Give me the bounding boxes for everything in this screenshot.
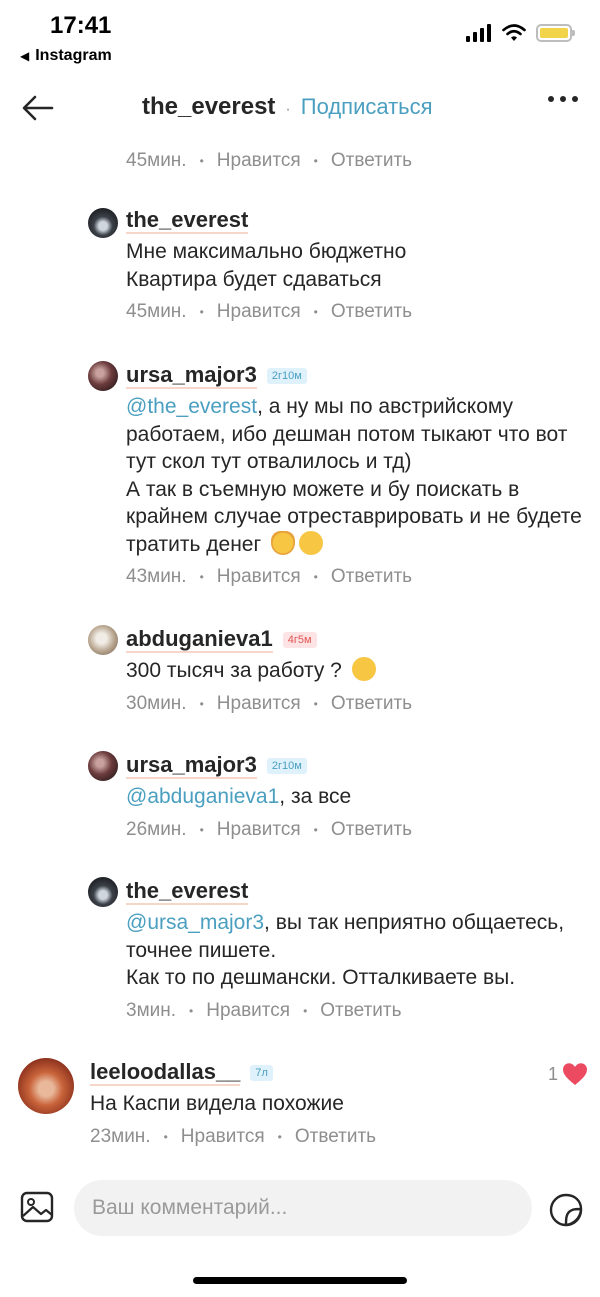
comment-meta: 43мин. • Нравится • Ответить	[126, 566, 413, 588]
comment-text: @ursa_major3, вы так неприятно общаетесь…	[126, 911, 565, 989]
comment-text: @the_everest, а ну мы по австрийскому ра…	[126, 395, 582, 556]
account-age-badge: 2г10м	[266, 368, 307, 384]
sticker-icon	[549, 1193, 583, 1227]
comment-text: Мне максимально бюджетно Квартира будет …	[126, 240, 407, 291]
like-count: 1	[547, 1063, 558, 1084]
status-bar: 17:41 ◀ Instagram	[0, 0, 600, 80]
comment-username[interactable]: abduganieva1	[126, 627, 273, 653]
like-heart-button[interactable]: 1	[548, 1062, 588, 1086]
avatar[interactable]	[88, 751, 118, 781]
avatar[interactable]	[88, 361, 118, 391]
account-age-badge: 2г10м	[266, 758, 307, 774]
mention-link[interactable]: @the_everest	[126, 395, 257, 418]
reply-comment-button[interactable]: Ответить	[331, 150, 412, 172]
comment-time: 45мин.	[126, 150, 187, 171]
avatar[interactable]	[18, 1058, 74, 1114]
signal-icon	[466, 24, 491, 42]
back-button[interactable]	[18, 90, 58, 126]
battery-icon	[536, 24, 575, 42]
add-photo-button[interactable]	[20, 1190, 54, 1224]
like-comment-button[interactable]: Нравится	[217, 819, 301, 841]
like-comment-button[interactable]: Нравится	[217, 150, 301, 172]
sticker-button[interactable]	[548, 1192, 584, 1228]
avatar[interactable]	[88, 208, 118, 238]
comment-username[interactable]: the_everest	[126, 879, 249, 905]
reply-comment-button[interactable]: Ответить	[331, 693, 412, 715]
comment-composer	[0, 1180, 600, 1240]
header-separator: ·	[285, 101, 291, 118]
reply-comment-button[interactable]: Ответить	[331, 819, 412, 841]
arrow-left-icon	[22, 95, 54, 121]
back-triangle-icon: ◀	[20, 49, 30, 63]
status-time: 17:41	[50, 12, 112, 39]
heart-filled-icon	[563, 1063, 587, 1085]
account-age-badge: 7л	[250, 1065, 273, 1081]
comment-time: 26мин.	[126, 818, 187, 840]
comment-text: @abduganieva1, за все	[126, 785, 352, 808]
comment-meta: 3мин. • Нравится • Ответить	[126, 999, 402, 1022]
comment-meta: 23мин. • Нравится • Ответить	[90, 1125, 377, 1148]
comment-time: 45мин.	[126, 301, 187, 322]
comment-meta: 45мин. • Нравится • Ответить	[126, 301, 413, 323]
reply-comment-button[interactable]: Ответить	[320, 1000, 401, 1022]
image-icon	[20, 1191, 54, 1223]
comment-username[interactable]: leeloodallas__	[90, 1060, 241, 1086]
more-options-icon[interactable]	[548, 96, 578, 102]
comment-username[interactable]: ursa_major3	[126, 753, 257, 779]
mention-link[interactable]: @ursa_major3	[126, 911, 264, 934]
like-comment-button[interactable]: Нравится	[206, 1000, 290, 1022]
like-comment-button[interactable]: Нравится	[181, 1126, 265, 1148]
like-comment-button[interactable]: Нравится	[217, 566, 301, 588]
comments-header: the_everest · Подписаться	[0, 80, 600, 136]
heart-hands-emoji-icon	[270, 530, 295, 555]
battery-level	[540, 28, 568, 38]
avatar[interactable]	[88, 877, 118, 907]
status-icons	[466, 24, 575, 42]
mention-link[interactable]: @abduganieva1	[126, 785, 279, 808]
reply-comment-button[interactable]: Ответить	[331, 566, 412, 588]
comment-time: 30мин.	[126, 692, 187, 714]
comment-username[interactable]: ursa_major3	[126, 363, 257, 389]
follow-button[interactable]: Подписаться	[301, 94, 433, 120]
comment-time: 43мин.	[126, 566, 187, 587]
wifi-icon	[502, 24, 526, 41]
comment-time: 3мин.	[126, 999, 177, 1021]
comment-meta: 26мин. • Нравится • Ответить	[126, 818, 413, 841]
reply-comment-button[interactable]: Ответить	[295, 1126, 376, 1148]
comment-username[interactable]: the_everest	[126, 208, 249, 234]
account-age-badge: 4г5м	[282, 632, 317, 648]
comment-input[interactable]	[74, 1180, 532, 1236]
reply-comment-button[interactable]: Ответить	[331, 301, 412, 323]
back-app-label: Instagram	[35, 47, 112, 64]
like-comment-button[interactable]: Нравится	[217, 693, 301, 715]
like-comment-button[interactable]: Нравится	[217, 301, 301, 323]
sweat-smile-emoji-icon	[298, 530, 323, 555]
header-title: the_everest · Подписаться	[142, 93, 433, 121]
avatar[interactable]	[88, 625, 118, 655]
comment-meta: 30мин. • Нравится • Ответить	[126, 692, 413, 715]
home-indicator	[193, 1277, 407, 1284]
comment-meta: 45мин. • Нравится • Ответить	[126, 150, 413, 172]
header-username[interactable]: the_everest	[142, 93, 275, 121]
comment-text: 300 тысяч за работу ?	[126, 657, 596, 685]
fearful-face-emoji-icon	[351, 657, 376, 681]
comment-time: 23мин.	[90, 1125, 151, 1147]
back-to-app-link[interactable]: ◀ Instagram	[20, 47, 112, 65]
comment-text: На Каспи видела похожие	[90, 1092, 344, 1115]
